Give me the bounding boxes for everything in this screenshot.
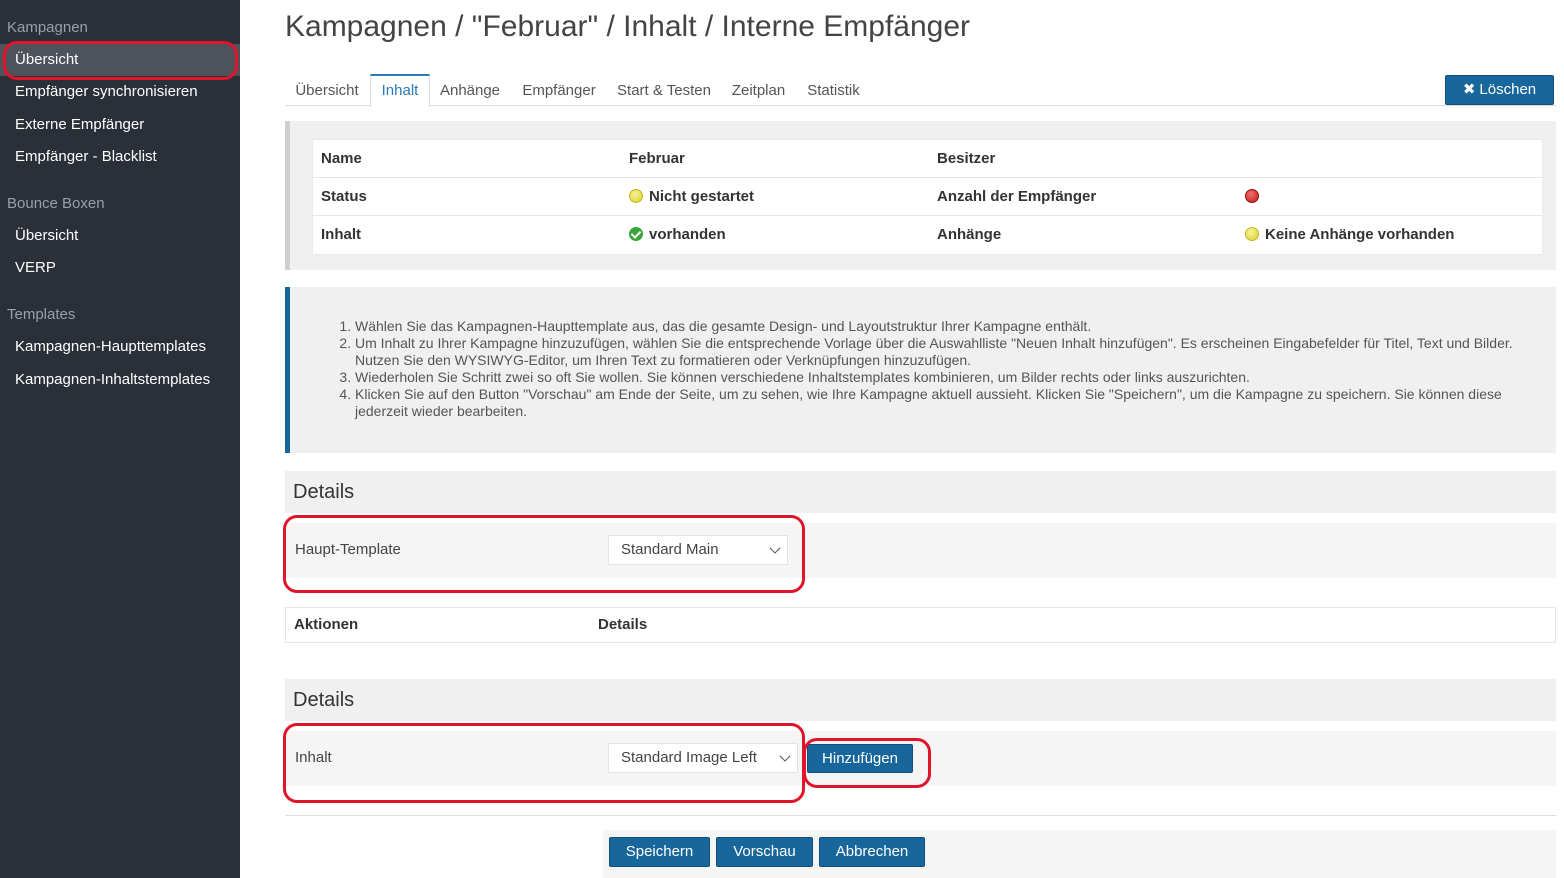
owner-label: Besitzer [937, 150, 996, 167]
sidebar-item-externe-empfaenger[interactable]: Externe Empfänger [0, 109, 240, 141]
instruction-item: Klicken Sie auf den Button "Vorschau" am… [355, 386, 1530, 420]
cancel-button[interactable]: Abbrechen [819, 837, 925, 867]
instruction-item: Wiederholen Sie Schritt zwei so oft Sie … [355, 369, 1530, 386]
footer-actions: Speichern Vorschau Abbrechen [603, 830, 1556, 878]
instruction-item: Um Inhalt zu Ihrer Kampagne hinzuzufügen… [355, 335, 1530, 369]
yellow-status-icon [629, 189, 643, 203]
sidebar-item-kampagnen-inhaltstemplates[interactable]: Kampagnen-Inhaltstemplates [0, 364, 240, 396]
chevron-down-icon [769, 542, 781, 554]
page-title: Kampagnen / "Februar" / Inhalt / Interne… [285, 10, 971, 43]
status-text: Nicht gestartet [649, 188, 755, 205]
content-template-row: Inhalt Standard Image Left Hinzufügen [285, 731, 1556, 786]
details-column-header: Details [598, 616, 648, 633]
save-button[interactable]: Speichern [609, 837, 710, 867]
actions-column-header: Aktionen [294, 616, 359, 633]
preview-button[interactable]: Vorschau [716, 837, 813, 867]
tab-uebersicht[interactable]: Übersicht [285, 74, 369, 106]
main-template-label: Haupt-Template [295, 541, 401, 558]
sidebar-item-kampagnen-haupttemplates[interactable]: Kampagnen-Haupttemplates [0, 331, 240, 363]
sidebar-item-kampagnen-uebersicht[interactable]: Übersicht [0, 44, 240, 76]
tab-empfaenger[interactable]: Empfänger [513, 74, 605, 106]
recipients-value [1245, 178, 1265, 216]
status-label: Status [321, 188, 367, 205]
check-circle-icon [629, 227, 643, 241]
tab-inhalt[interactable]: Inhalt [370, 74, 430, 107]
status-value: Nicht gestartet [629, 178, 754, 216]
attachments-value: Keine Anhänge vorhanden [1245, 216, 1454, 254]
actions-table: Aktionen Details [285, 607, 1556, 643]
name-label: Name [321, 150, 362, 167]
recipients-label: Anzahl der Empfänger [937, 188, 1097, 205]
campaign-info-table: Name Februar Besitzer Status Nicht gesta… [312, 139, 1543, 255]
content-value: vorhanden [629, 216, 726, 254]
delete-button[interactable]: ✖ Löschen [1445, 75, 1554, 105]
main-template-row: Haupt-Template Standard Main [285, 523, 1556, 578]
main-template-select[interactable]: Standard Main [608, 535, 788, 565]
instruction-item: Wählen Sie das Kampagnen-Haupttemplate a… [355, 318, 1530, 335]
sidebar-item-empfaenger-blacklist[interactable]: Empfänger - Blacklist [0, 141, 240, 173]
tab-zeitplan[interactable]: Zeitplan [725, 74, 792, 106]
details-section-title-2: Details [285, 679, 1556, 721]
info-row-inhalt: Inhalt vorhanden Anhänge Keine Anhänge v… [313, 216, 1542, 254]
divider [285, 815, 1556, 816]
tab-start-testen[interactable]: Start & Testen [611, 74, 717, 106]
chevron-down-icon [779, 750, 791, 762]
sidebar-item-bounce-uebersicht[interactable]: Übersicht [0, 220, 240, 252]
tab-statistik[interactable]: Statistik [801, 74, 866, 106]
tab-bar: Übersicht Inhalt Anhänge Empfänger Start… [285, 74, 1556, 107]
sidebar-section-bounce-boxen: Bounce Boxen [7, 195, 105, 212]
content-template-select[interactable]: Standard Image Left [608, 743, 798, 773]
attachments-label: Anhänge [937, 226, 1002, 243]
tab-anhaenge[interactable]: Anhänge [433, 74, 507, 106]
name-value: Februar [629, 150, 685, 167]
campaign-info-panel: Name Februar Besitzer Status Nicht gesta… [285, 121, 1556, 270]
sidebar-section-templates: Templates [7, 306, 76, 323]
attachments-text: Keine Anhänge vorhanden [1265, 226, 1455, 243]
add-content-button[interactable]: Hinzufügen [807, 744, 913, 773]
info-row-status: Status Nicht gestartet Anzahl der Empfän… [313, 178, 1542, 216]
sidebar: Kampagnen Übersicht Empfänger synchronis… [0, 0, 240, 878]
main-template-selected: Standard Main [621, 541, 719, 558]
content-text: vorhanden [649, 226, 726, 243]
red-status-icon [1245, 189, 1259, 203]
instructions-panel: Wählen Sie das Kampagnen-Haupttemplate a… [285, 287, 1556, 453]
sidebar-item-empfaenger-synchronisieren[interactable]: Empfänger synchronisieren [0, 76, 240, 108]
content-label: Inhalt [321, 226, 361, 243]
x-icon: ✖ [1462, 81, 1476, 98]
details-section-title: Details [285, 471, 1556, 513]
sidebar-section-kampagnen: Kampagnen [7, 19, 88, 36]
content-template-label: Inhalt [295, 749, 332, 766]
sidebar-item-verp[interactable]: VERP [0, 252, 240, 284]
instructions-list: Wählen Sie das Kampagnen-Haupttemplate a… [355, 318, 1530, 420]
yellow-status-icon [1245, 227, 1259, 241]
content-template-selected: Standard Image Left [621, 749, 757, 766]
info-row-name: Name Februar Besitzer [313, 140, 1542, 178]
delete-button-label: Löschen [1479, 81, 1537, 98]
